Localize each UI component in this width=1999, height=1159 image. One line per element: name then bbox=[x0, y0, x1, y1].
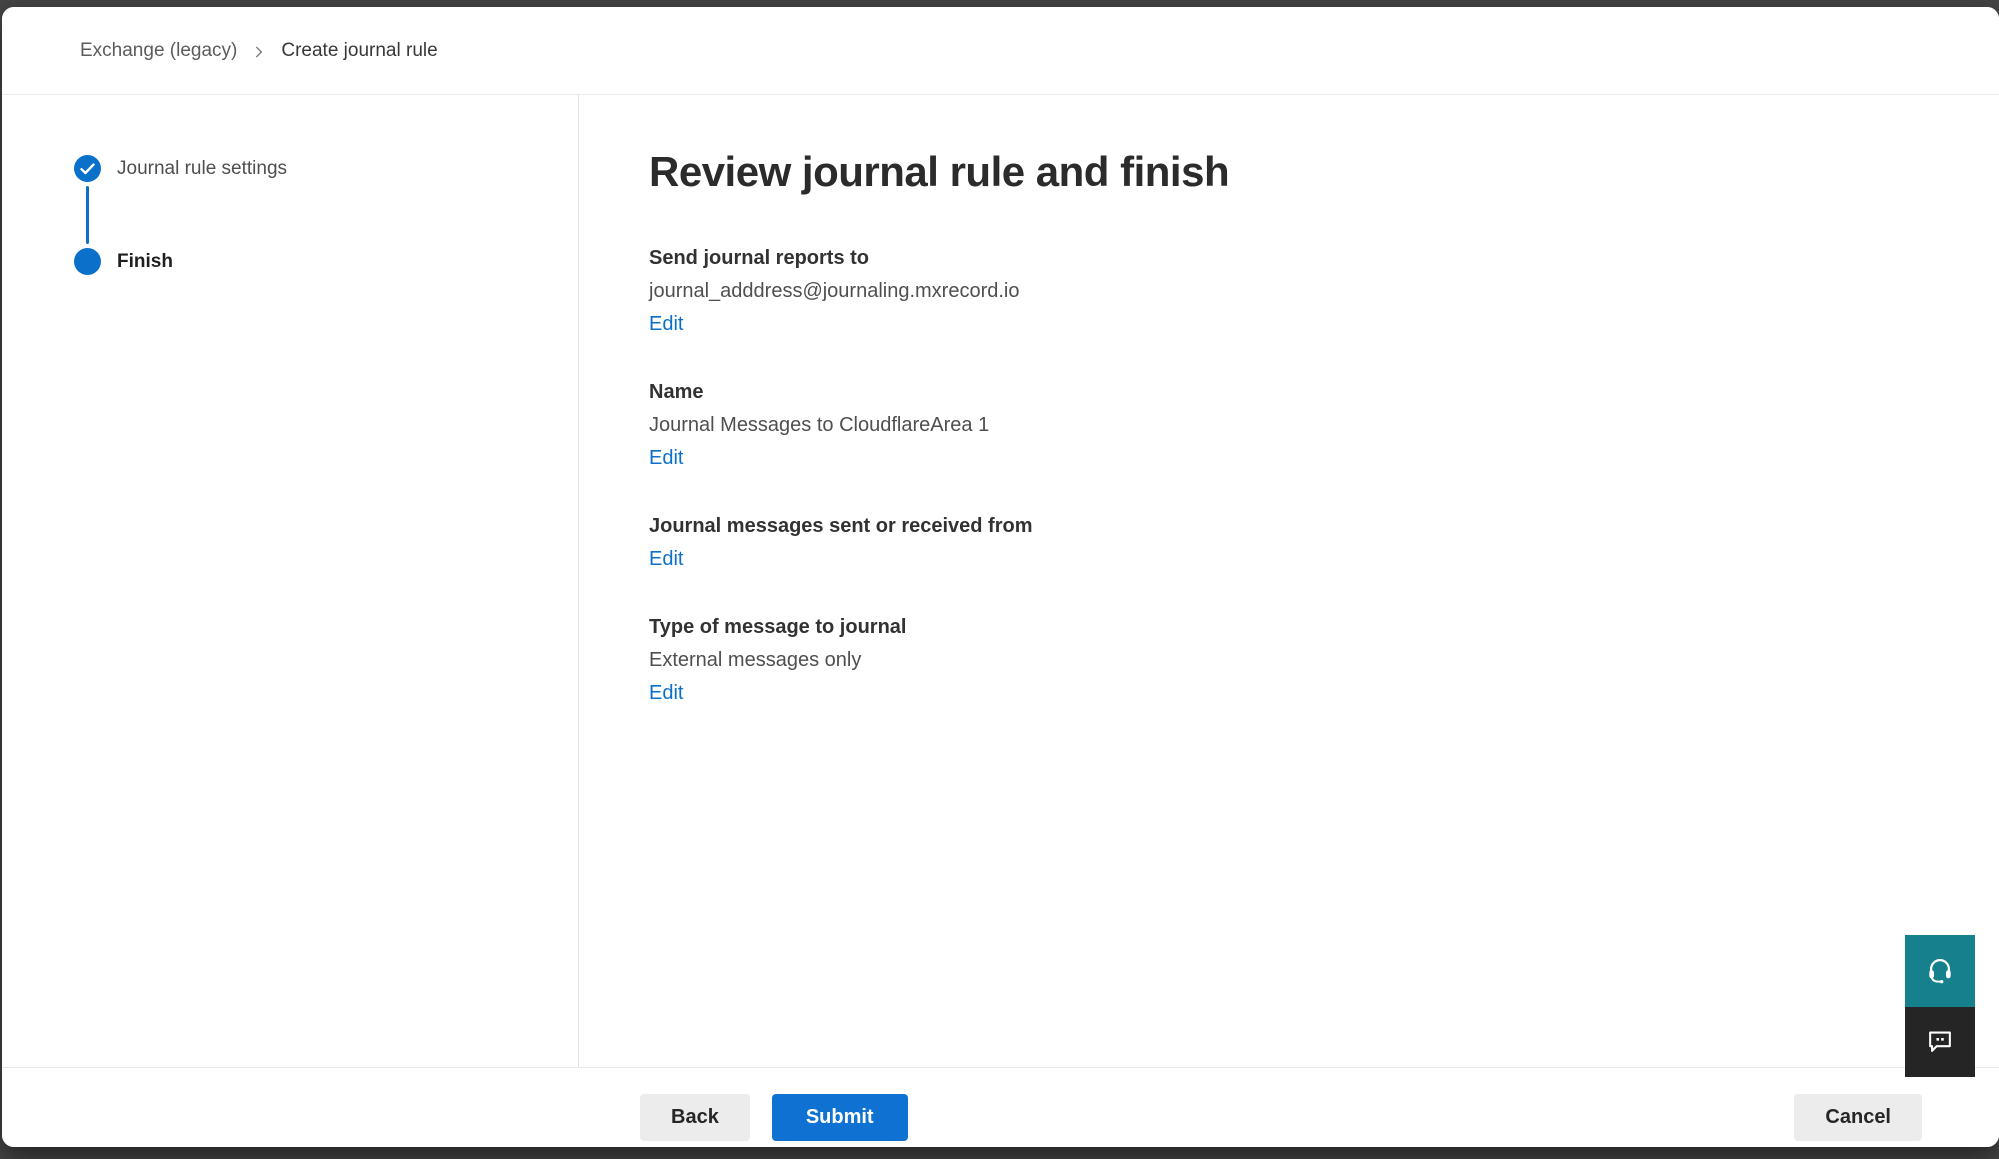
review-section: Name Journal Messages to CloudflareArea … bbox=[649, 376, 1409, 475]
edit-link[interactable]: Edit bbox=[649, 677, 683, 710]
breadcrumb-bar: Exchange (legacy) Create journal rule bbox=[2, 7, 1999, 95]
breadcrumb-item-current: Create journal rule bbox=[281, 40, 437, 62]
feedback-button[interactable] bbox=[1905, 1007, 1975, 1077]
content-area: Journal rule settings Finish Review jour… bbox=[2, 95, 1999, 1067]
section-value: External messages only bbox=[649, 644, 1409, 677]
wizard-steps-panel: Journal rule settings Finish bbox=[2, 95, 579, 1067]
review-section: Journal messages sent or received from E… bbox=[649, 510, 1409, 576]
review-section: Type of message to journal External mess… bbox=[649, 611, 1409, 710]
breadcrumb-item-exchange-legacy[interactable]: Exchange (legacy) bbox=[80, 40, 237, 62]
edit-link[interactable]: Edit bbox=[649, 308, 683, 341]
submit-button[interactable]: Submit bbox=[772, 1094, 908, 1141]
cancel-button[interactable]: Cancel bbox=[1794, 1094, 1922, 1141]
wizard-step-finish[interactable]: Finish bbox=[74, 248, 578, 275]
section-label: Type of message to journal bbox=[649, 611, 1409, 644]
wizard-step-label: Journal rule settings bbox=[117, 158, 287, 180]
section-label: Name bbox=[649, 376, 1409, 409]
step-completed-check-icon bbox=[74, 155, 101, 182]
footer-primary-actions: Back Submit bbox=[640, 1094, 908, 1141]
feedback-speech-bubble-icon bbox=[1925, 1026, 1955, 1059]
step-current-dot bbox=[74, 248, 101, 275]
chevron-right-icon bbox=[252, 45, 266, 59]
help-button[interactable] bbox=[1905, 935, 1975, 1007]
back-button[interactable]: Back bbox=[640, 1094, 750, 1141]
breadcrumb: Exchange (legacy) Create journal rule bbox=[80, 40, 438, 62]
review-panel: Review journal rule and finish Send jour… bbox=[579, 95, 1999, 1067]
edit-link[interactable]: Edit bbox=[649, 543, 683, 576]
wizard-step-journal-rule-settings[interactable]: Journal rule settings bbox=[74, 155, 578, 182]
page-title: Review journal rule and finish bbox=[649, 146, 1999, 198]
section-label: Journal messages sent or received from bbox=[649, 510, 1409, 543]
headset-icon bbox=[1925, 955, 1955, 988]
review-section: Send journal reports to journal_adddress… bbox=[649, 242, 1409, 341]
floating-side-buttons bbox=[1905, 935, 1975, 1077]
footer-bar: Back Submit Cancel bbox=[2, 1067, 1999, 1147]
step-connector-line bbox=[86, 186, 89, 244]
review-sections: Send journal reports to journal_adddress… bbox=[649, 242, 1999, 710]
section-value: Journal Messages to CloudflareArea 1 bbox=[649, 409, 1409, 442]
section-label: Send journal reports to bbox=[649, 242, 1409, 275]
app-window: Exchange (legacy) Create journal rule Jo… bbox=[2, 7, 1999, 1147]
section-value: journal_adddress@journaling.mxrecord.io bbox=[649, 275, 1409, 308]
wizard-step-label: Finish bbox=[117, 251, 173, 273]
edit-link[interactable]: Edit bbox=[649, 442, 683, 475]
